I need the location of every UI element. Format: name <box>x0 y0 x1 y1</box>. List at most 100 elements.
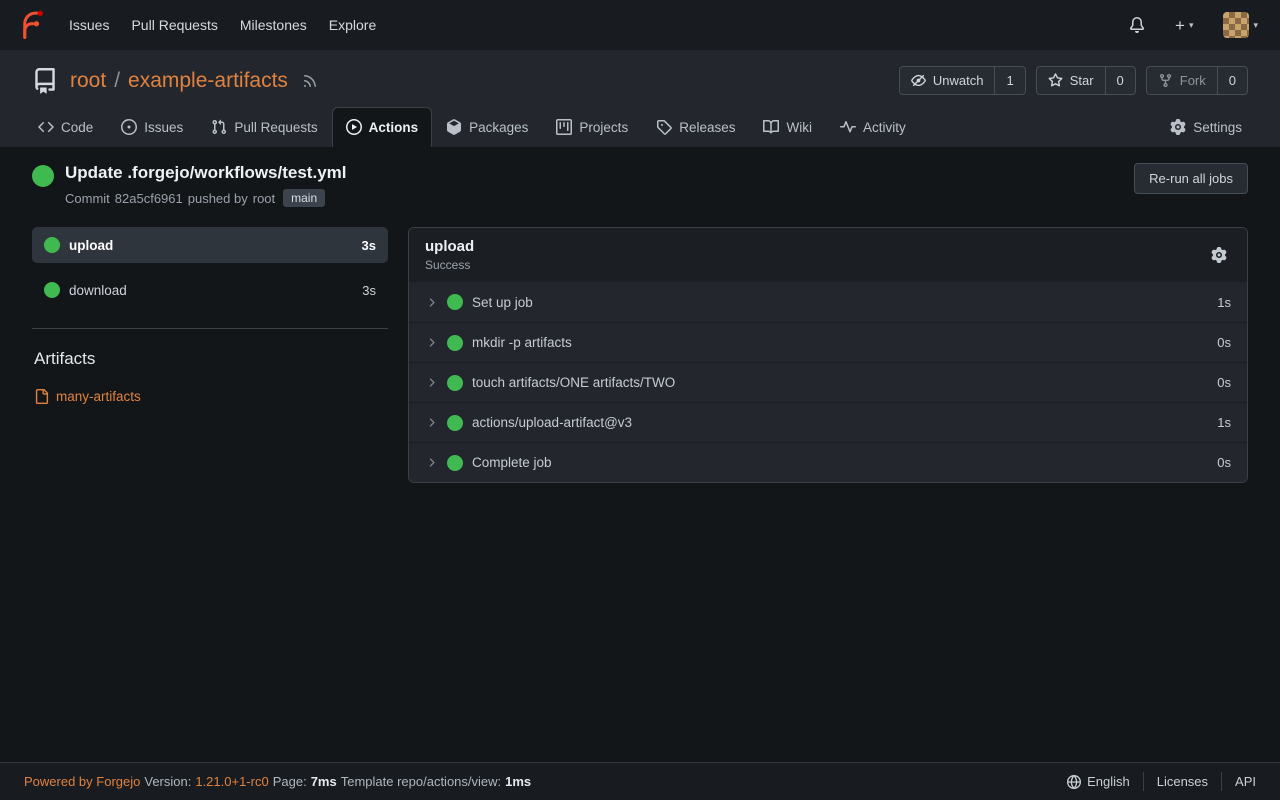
tab-settings[interactable]: Settings <box>1156 107 1256 147</box>
star-icon <box>1048 73 1063 88</box>
step-success-icon <box>447 375 463 391</box>
footer: Powered by Forgejo Version: 1.21.0+1-rc0… <box>0 762 1280 800</box>
branch-badge[interactable]: main <box>283 189 325 207</box>
watch-button-group: Unwatch 1 <box>899 66 1026 95</box>
star-button[interactable]: Star <box>1037 67 1105 94</box>
chevron-down-icon: ▾ <box>1189 20 1194 31</box>
unwatch-button[interactable]: Unwatch <box>900 67 995 94</box>
plus-icon: + <box>1175 17 1185 34</box>
project-icon <box>556 119 572 135</box>
job-item-download[interactable]: download 3s <box>32 272 388 308</box>
repo-title-row: root / example-artifacts Unwatch 1 Star <box>0 66 1280 95</box>
fork-button[interactable]: Fork <box>1147 67 1217 94</box>
repo-header: root / example-artifacts Unwatch 1 Star <box>0 50 1280 147</box>
job-detail-panel: upload Success Set up job 1s <box>408 227 1248 483</box>
watchers-count[interactable]: 1 <box>994 67 1024 94</box>
commit-label: Commit <box>65 191 110 206</box>
stars-count[interactable]: 0 <box>1105 67 1135 94</box>
pulse-icon <box>840 119 856 135</box>
book-icon <box>763 119 779 135</box>
forks-count[interactable]: 0 <box>1217 67 1247 94</box>
repo-action-buttons: Unwatch 1 Star 0 Fork 0 <box>899 66 1248 95</box>
tab-wiki[interactable]: Wiki <box>749 107 826 147</box>
step-success-icon <box>447 335 463 351</box>
notifications-button[interactable] <box>1123 16 1151 34</box>
chevron-right-icon <box>425 416 438 429</box>
step-name: touch artifacts/ONE artifacts/TWO <box>472 375 675 390</box>
job-name: upload <box>69 238 113 253</box>
api-link[interactable]: API <box>1221 772 1256 791</box>
footer-left: Powered by Forgejo Version: 1.21.0+1-rc0… <box>24 774 531 789</box>
tab-packages[interactable]: Packages <box>432 107 542 147</box>
globe-icon <box>1067 775 1081 789</box>
nav-item-explore[interactable]: Explore <box>318 9 387 41</box>
repo-owner-link[interactable]: root <box>70 69 106 93</box>
tab-issues[interactable]: Issues <box>107 107 197 147</box>
tab-code[interactable]: Code <box>24 107 107 147</box>
user-menu-dropdown[interactable]: ▾ <box>1217 11 1264 39</box>
version-link[interactable]: 1.21.0+1-rc0 <box>195 774 268 789</box>
job-options-gear-button[interactable] <box>1207 243 1231 267</box>
star-label: Star <box>1070 73 1094 88</box>
jobs-sidebar: upload 3s download 3s Artifacts many-art… <box>32 227 388 404</box>
step-duration: 1s <box>1217 295 1231 310</box>
run-body: upload 3s download 3s Artifacts many-art… <box>32 227 1248 483</box>
page: Issues Pull Requests Milestones Explore … <box>0 0 1280 800</box>
step-row-touch[interactable]: touch artifacts/ONE artifacts/TWO 0s <box>409 362 1247 402</box>
tab-projects[interactable]: Projects <box>542 107 642 147</box>
job-duration: 3s <box>362 283 376 298</box>
play-icon <box>346 119 362 135</box>
nav-item-milestones[interactable]: Milestones <box>229 9 318 41</box>
fork-button-group: Fork 0 <box>1146 66 1248 95</box>
step-row-mkdir[interactable]: mkdir -p artifacts 0s <box>409 322 1247 362</box>
chevron-right-icon <box>425 456 438 469</box>
chevron-down-icon: ▾ <box>1253 20 1258 31</box>
job-name: download <box>69 283 127 298</box>
pusher-link[interactable]: root <box>253 191 275 206</box>
artifact-link-many-artifacts[interactable]: many-artifacts <box>32 389 388 404</box>
language-selector[interactable]: English <box>1054 772 1143 791</box>
run-success-icon <box>32 165 54 187</box>
gear-icon <box>1170 119 1186 135</box>
tab-pull-requests[interactable]: Pull Requests <box>197 107 331 147</box>
run-meta: Commit 82a5cf6961 pushed by root main <box>65 189 347 207</box>
step-success-icon <box>447 294 463 310</box>
step-duration: 0s <box>1217 335 1231 350</box>
nav-item-pull-requests[interactable]: Pull Requests <box>120 9 228 41</box>
footer-right: English Licenses API <box>1054 772 1256 791</box>
run-header: Update .forgejo/workflows/test.yml Commi… <box>32 163 1248 207</box>
rerun-all-jobs-button[interactable]: Re-run all jobs <box>1134 163 1248 194</box>
create-new-dropdown[interactable]: + ▾ <box>1169 16 1199 35</box>
tab-actions[interactable]: Actions <box>332 107 433 147</box>
forgejo-logo-icon <box>16 10 46 40</box>
repo-name-link[interactable]: example-artifacts <box>128 69 288 93</box>
step-duration: 1s <box>1217 415 1231 430</box>
fork-label: Fork <box>1180 73 1206 88</box>
commit-sha-link[interactable]: 82a5cf6961 <box>115 191 183 206</box>
forgejo-logo[interactable] <box>16 10 46 40</box>
licenses-link[interactable]: Licenses <box>1143 772 1221 791</box>
issue-icon <box>121 119 137 135</box>
gear-icon <box>1211 247 1227 263</box>
powered-by-forgejo-link[interactable]: Powered by Forgejo <box>24 774 140 789</box>
fork-icon <box>1158 73 1173 88</box>
job-item-upload[interactable]: upload 3s <box>32 227 388 263</box>
template-time-label: Template repo/actions/view: <box>341 774 501 789</box>
nav-item-issues[interactable]: Issues <box>58 9 120 41</box>
run-title: Update .forgejo/workflows/test.yml <box>65 163 347 183</box>
top-navbar: Issues Pull Requests Milestones Explore … <box>0 0 1280 50</box>
step-name: mkdir -p artifacts <box>472 335 572 350</box>
step-row-complete-job[interactable]: Complete job 0s <box>409 442 1247 482</box>
step-success-icon <box>447 455 463 471</box>
page-time-value: 7ms <box>311 774 337 789</box>
bell-icon <box>1129 17 1145 33</box>
file-icon <box>34 389 49 404</box>
step-name: Complete job <box>472 455 552 470</box>
chevron-right-icon <box>425 376 438 389</box>
tab-activity[interactable]: Activity <box>826 107 920 147</box>
rss-icon[interactable] <box>302 73 318 89</box>
step-row-set-up-job[interactable]: Set up job 1s <box>409 282 1247 322</box>
step-row-upload-artifact[interactable]: actions/upload-artifact@v3 1s <box>409 402 1247 442</box>
tab-releases[interactable]: Releases <box>642 107 749 147</box>
user-avatar <box>1223 12 1249 38</box>
